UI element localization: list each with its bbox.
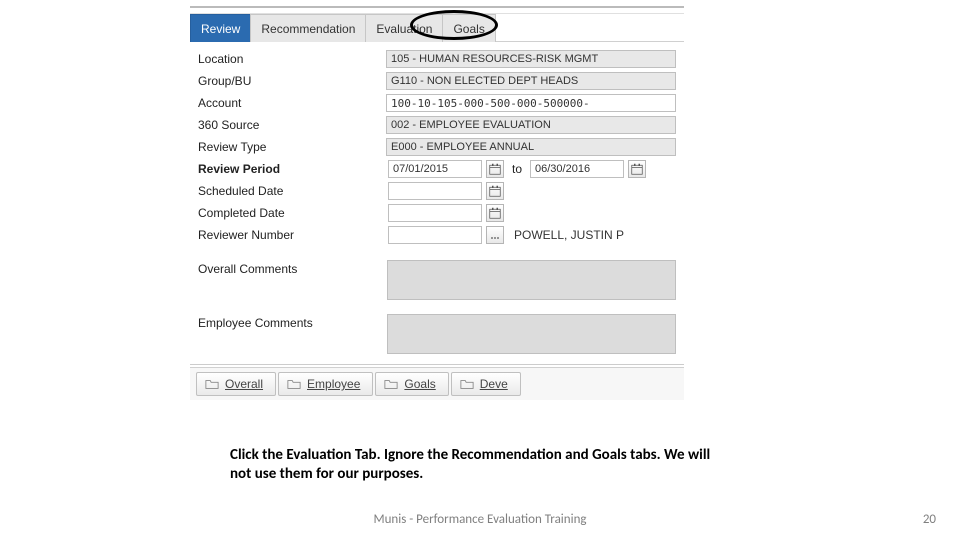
account-field[interactable]: 100-10-105-000-500-000-500000- [386,94,676,112]
label-group-bu: Group/BU [198,74,386,88]
subtab-employee[interactable]: Employee [278,372,373,396]
subtab-label: Employee [307,377,360,391]
tabs: Review Recommendation Evaluation Goals [190,14,684,42]
folder-icon [384,377,398,391]
review-period-to[interactable]: 06/30/2016 [530,160,624,178]
subtab-bar: Overall Employee Goals Deve [190,367,684,400]
reviewer-number-field[interactable] [388,226,482,244]
tab-recommendation[interactable]: Recommendation [250,14,366,42]
label-employee-comments: Employee Comments [198,314,387,330]
divider [190,364,684,365]
subtab-overall[interactable]: Overall [196,372,276,396]
employee-comments-field[interactable] [387,314,676,354]
folder-icon [287,377,301,391]
subtab-label: Goals [404,377,435,391]
subtab-label: Deve [480,377,508,391]
label-location: Location [198,52,386,66]
label-review-period: Review Period [198,162,388,176]
label-review-type: Review Type [198,140,386,154]
review-period-from[interactable]: 07/01/2015 [388,160,482,178]
calendar-icon[interactable] [486,160,504,178]
tab-review[interactable]: Review [190,14,251,42]
label-account: Account [198,96,386,110]
lookup-icon[interactable] [486,226,504,244]
location-field[interactable]: 105 - HUMAN RESOURCES-RISK MGMT [386,50,676,68]
overall-comments-field[interactable] [387,260,676,300]
form-panel: Location 105 - HUMAN RESOURCES-RISK MGMT… [190,42,684,367]
review-type-field[interactable]: E000 - EMPLOYEE ANNUAL [386,138,676,156]
tab-evaluation[interactable]: Evaluation [365,14,443,42]
label-overall-comments: Overall Comments [198,260,387,276]
calendar-icon[interactable] [486,204,504,222]
folder-icon [460,377,474,391]
label-scheduled-date: Scheduled Date [198,184,388,198]
scheduled-date-field[interactable] [388,182,482,200]
source-360-field[interactable]: 002 - EMPLOYEE EVALUATION [386,116,676,134]
calendar-icon[interactable] [486,182,504,200]
subtab-deve[interactable]: Deve [451,372,521,396]
instruction-text: Click the Evaluation Tab. Ignore the Rec… [230,446,720,484]
page-number: 20 [923,512,936,527]
subtab-goals[interactable]: Goals [375,372,448,396]
to-label: to [508,162,526,176]
reviewer-name: POWELL, JUSTIN P [508,228,624,242]
completed-date-field[interactable] [388,204,482,222]
calendar-icon[interactable] [628,160,646,178]
label-360-source: 360 Source [198,118,386,132]
subtab-label: Overall [225,377,263,391]
footer-title: Munis - Performance Evaluation Training [0,512,960,527]
group-bu-field[interactable]: G110 - NON ELECTED DEPT HEADS [386,72,676,90]
app-window: Review Recommendation Evaluation Goals L… [190,6,684,400]
tab-goals[interactable]: Goals [442,14,495,42]
label-completed-date: Completed Date [198,206,388,220]
label-reviewer-number: Reviewer Number [198,228,388,242]
folder-icon [205,377,219,391]
